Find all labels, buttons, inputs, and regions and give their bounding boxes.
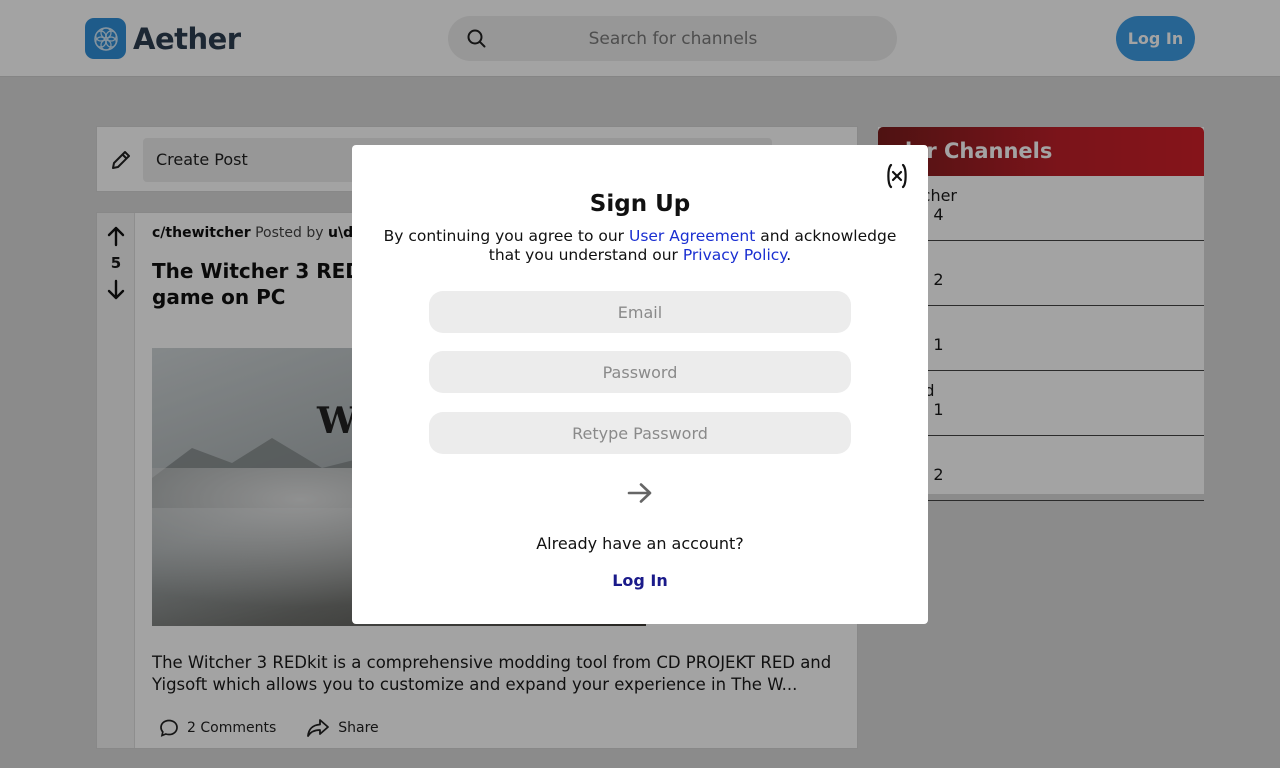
terms-suffix: .: [786, 246, 792, 264]
privacy-policy-link[interactable]: Privacy Policy: [683, 246, 786, 264]
close-icon[interactable]: [884, 163, 910, 189]
already-have-account-text: Already have an account?: [536, 534, 744, 553]
terms-text: By continuing you agree to our User Agre…: [380, 227, 900, 265]
modal-login-link[interactable]: Log In: [352, 571, 928, 590]
submit-arrow-icon[interactable]: [626, 481, 654, 505]
modal-title: Sign Up: [589, 191, 691, 217]
user-agreement-link[interactable]: User Agreement: [629, 227, 755, 245]
password-field[interactable]: [429, 351, 851, 393]
terms-prefix: By continuing you agree to our: [383, 227, 629, 245]
email-field[interactable]: [429, 291, 851, 333]
retype-password-field[interactable]: [429, 412, 851, 454]
signup-modal: Sign Up By continuing you agree to our U…: [352, 145, 928, 624]
